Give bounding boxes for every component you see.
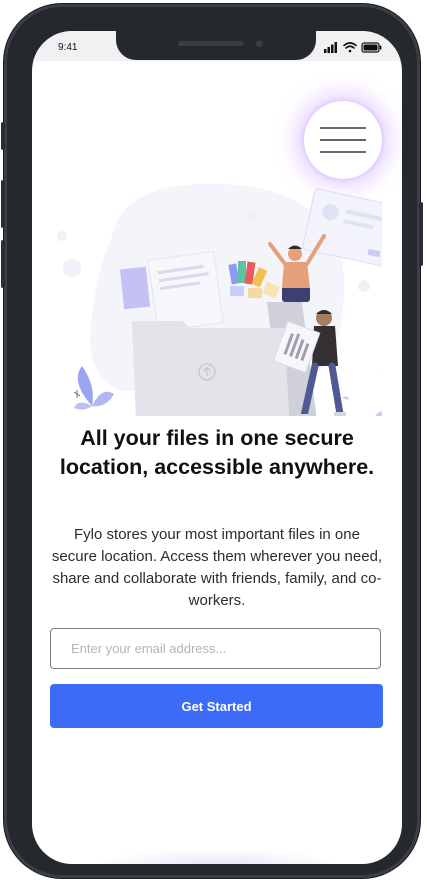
hero-illustration xyxy=(57,183,382,416)
hamburger-icon xyxy=(320,127,366,153)
side-button-left-2 xyxy=(1,180,5,228)
front-camera xyxy=(256,40,263,47)
side-button-right xyxy=(419,202,423,266)
battery-icon xyxy=(361,42,382,53)
side-button-left-1 xyxy=(1,122,5,150)
signal-bars-icon xyxy=(324,42,337,53)
menu-button[interactable] xyxy=(304,101,382,179)
folder xyxy=(132,321,290,416)
side-button-left-3 xyxy=(1,240,5,288)
status-icons xyxy=(324,42,382,53)
get-started-button[interactable]: Get Started xyxy=(50,684,383,728)
headline: All your files in one secure location, a… xyxy=(59,426,375,479)
hero-description: Fylo stores your most important files in… xyxy=(51,526,383,609)
phone-frame: 9:41 All your files in one secure locati… xyxy=(1,4,423,878)
status-time: 9:41 xyxy=(58,42,78,53)
email-input[interactable] xyxy=(50,628,381,669)
speaker-grille xyxy=(178,41,244,46)
bottom-glow xyxy=(92,849,342,864)
phone-notch xyxy=(116,31,316,60)
paper-white xyxy=(147,250,225,333)
paper-blue xyxy=(119,266,151,310)
wifi-icon xyxy=(343,42,357,53)
phone-screen: 9:41 All your files in one secure locati… xyxy=(32,31,402,864)
